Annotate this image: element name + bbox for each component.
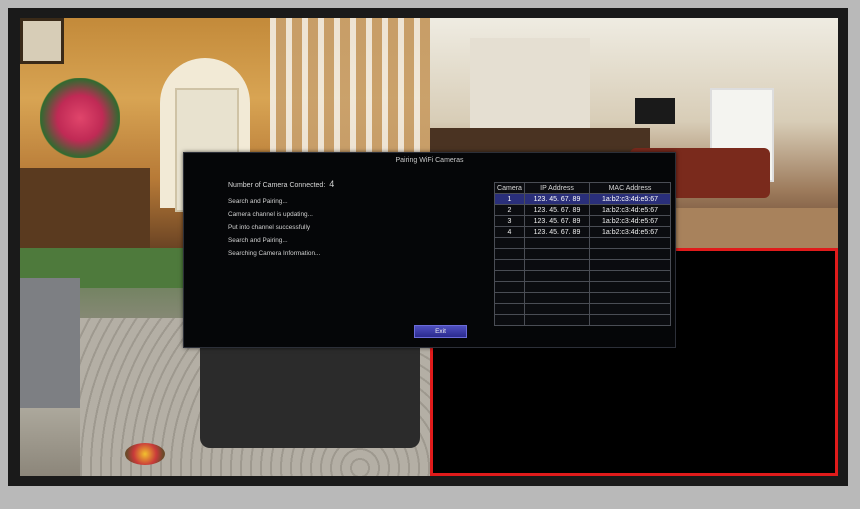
cell-empty	[524, 292, 590, 304]
cell-ip: 123. 45. 67. 89	[524, 193, 590, 205]
cell-camera: 2	[494, 204, 525, 216]
table-row-empty[interactable]	[494, 292, 671, 304]
table-row[interactable]: 3 123. 45. 67. 89 1a:b2:c3:4d:e5:67	[494, 215, 671, 227]
cell-camera: 3	[494, 215, 525, 227]
cell-empty	[524, 237, 590, 249]
cell-mac: 1a:b2:c3:4d:e5:67	[589, 193, 671, 205]
camera-count: Number of Camera Connected: 4	[228, 179, 334, 189]
cell-mac: 1a:b2:c3:4d:e5:67	[589, 226, 671, 238]
table-row-empty[interactable]	[494, 303, 671, 315]
flower-pot	[125, 443, 165, 465]
table-row-empty[interactable]	[494, 248, 671, 260]
column-header-ip: IP Address	[524, 182, 590, 194]
column-header-mac: MAC Address	[589, 182, 671, 194]
table-row[interactable]: 1 123. 45. 67. 89 1a:b2:c3:4d:e5:67	[494, 193, 671, 205]
table-row-empty[interactable]	[494, 314, 671, 326]
cell-empty	[494, 314, 525, 326]
cell-empty	[589, 314, 671, 326]
status-log: Search and Pairing... Camera channel is …	[228, 195, 320, 260]
range-hood	[470, 38, 590, 138]
log-line: Search and Pairing...	[228, 237, 288, 244]
table-row[interactable]: 4 123. 45. 67. 89 1a:b2:c3:4d:e5:67	[494, 226, 671, 238]
log-line: Search and Pairing...	[228, 198, 288, 205]
table-row-empty[interactable]	[494, 270, 671, 282]
table-header-row: Camera IP Address MAC Address	[494, 182, 671, 194]
cell-empty	[494, 303, 525, 315]
cell-empty	[589, 248, 671, 260]
cell-empty	[589, 281, 671, 293]
cell-empty	[494, 281, 525, 293]
cell-mac: 1a:b2:c3:4d:e5:67	[589, 215, 671, 227]
column-header-camera: Camera	[494, 182, 525, 194]
cell-camera: 1	[494, 193, 525, 205]
camera-count-label: Number of Camera Connected:	[228, 182, 326, 189]
camera-table: Camera IP Address MAC Address 1 123. 45.…	[494, 182, 671, 326]
wall-picture	[20, 18, 64, 64]
table-row-empty[interactable]	[494, 259, 671, 271]
exit-button[interactable]: Exit	[414, 325, 467, 338]
cell-empty	[589, 270, 671, 282]
camera-count-value: 4	[329, 179, 335, 189]
cell-empty	[589, 237, 671, 249]
cell-empty	[524, 303, 590, 315]
log-line: Searching Camera Information...	[228, 250, 321, 257]
cell-ip: 123. 45. 67. 89	[524, 204, 590, 216]
cell-camera: 4	[494, 226, 525, 238]
wall-tv	[635, 98, 675, 124]
log-line: Put into channel successfully	[228, 224, 311, 231]
pairing-dialog: Pairing WiFi Cameras Number of Camera Co…	[183, 152, 676, 348]
cell-empty	[524, 314, 590, 326]
cell-empty	[494, 270, 525, 282]
cell-empty	[589, 292, 671, 304]
flower-vase	[40, 78, 120, 158]
log-line: Camera channel is updating...	[228, 211, 313, 218]
cell-empty	[524, 281, 590, 293]
table-row[interactable]: 2 123. 45. 67. 89 1a:b2:c3:4d:e5:67	[494, 204, 671, 216]
patio-furniture	[200, 338, 420, 448]
cell-empty	[524, 259, 590, 271]
grill	[20, 278, 80, 408]
cell-empty	[494, 259, 525, 271]
cell-empty	[494, 292, 525, 304]
cell-mac: 1a:b2:c3:4d:e5:67	[589, 204, 671, 216]
cell-empty	[524, 248, 590, 260]
table-row-empty[interactable]	[494, 281, 671, 293]
table-row-empty[interactable]	[494, 237, 671, 249]
cell-ip: 123. 45. 67. 89	[524, 226, 590, 238]
cell-empty	[524, 270, 590, 282]
dialog-title: Pairing WiFi Cameras	[395, 157, 464, 164]
cell-empty	[589, 259, 671, 271]
cell-empty	[494, 237, 525, 249]
cell-empty	[589, 303, 671, 315]
cell-ip: 123. 45. 67. 89	[524, 215, 590, 227]
console-table	[20, 168, 150, 248]
cell-empty	[494, 248, 525, 260]
